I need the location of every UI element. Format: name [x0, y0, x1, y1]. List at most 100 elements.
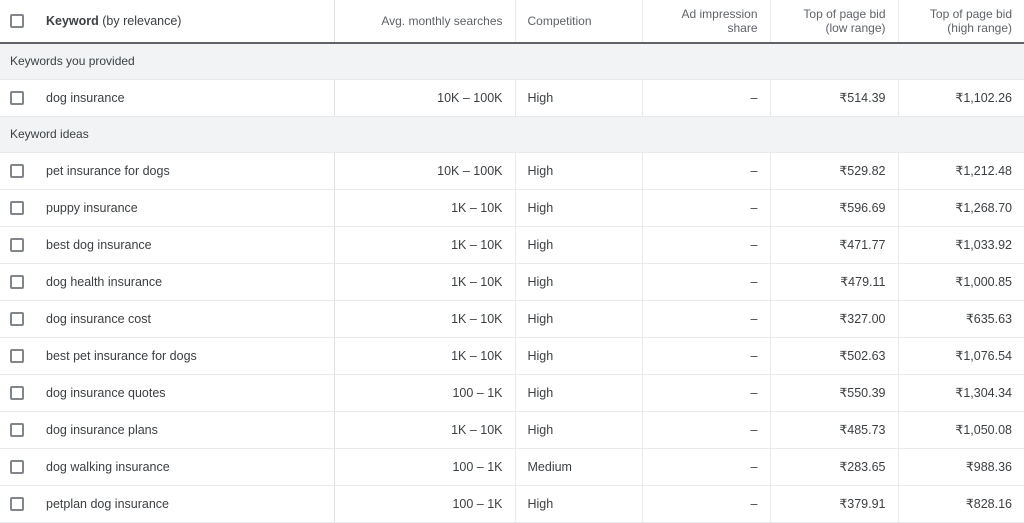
cell-competition: High [515, 337, 643, 375]
header-top-of-page-bid-high[interactable]: Top of page bid (high range) [898, 0, 1024, 43]
row-select-checkbox[interactable] [10, 385, 24, 400]
cell-keyword[interactable]: dog insurance plans [34, 411, 335, 449]
row-select-checkbox[interactable] [10, 459, 24, 474]
cell-keyword[interactable]: dog insurance [34, 79, 335, 117]
row-select-checkbox[interactable] [10, 422, 24, 437]
row-select-cell [0, 411, 34, 449]
cell-top-of-page-bid-high: ₹1,000.85 [898, 263, 1024, 301]
header-top-of-page-bid-low[interactable]: Top of page bid (low range) [770, 0, 899, 43]
cell-top-of-page-bid-high: ₹1,076.54 [898, 337, 1024, 375]
section-header-row: Keyword ideas [0, 116, 1024, 153]
cell-competition: High [515, 189, 643, 227]
cell-top-of-page-bid-low: ₹471.77 [770, 226, 899, 264]
cell-competition: High [515, 79, 643, 117]
row-select-cell [0, 226, 34, 264]
cell-avg-monthly-searches: 1K – 10K [334, 300, 516, 338]
table-row[interactable]: dog health insurance 1K – 10K High – ₹479.11… [0, 263, 1024, 301]
section-title: Keywords you provided [0, 43, 1024, 80]
row-select-checkbox[interactable] [10, 311, 24, 326]
cell-avg-monthly-searches: 10K – 100K [334, 152, 516, 190]
cell-competition: High [515, 226, 643, 264]
cell-avg-monthly-searches: 1K – 10K [334, 226, 516, 264]
header-competition[interactable]: Competition [515, 0, 643, 43]
header-select-all-cell [0, 0, 34, 43]
row-select-checkbox[interactable] [10, 237, 24, 252]
cell-top-of-page-bid-low: ₹514.39 [770, 79, 899, 117]
cell-top-of-page-bid-high: ₹1,033.92 [898, 226, 1024, 264]
cell-competition: Medium [515, 448, 643, 486]
row-select-cell [0, 152, 34, 190]
table-row[interactable]: dog insurance cost 1K – 10K High – ₹327.00 ₹6… [0, 300, 1024, 338]
table-row[interactable]: petplan dog insurance 100 – 1K High – ₹379.9… [0, 485, 1024, 523]
cell-top-of-page-bid-low: ₹283.65 [770, 448, 899, 486]
table-row[interactable]: dog walking insurance 100 – 1K Medium – ₹283… [0, 448, 1024, 486]
cell-top-of-page-bid-high: ₹1,268.70 [898, 189, 1024, 227]
select-all-checkbox[interactable] [10, 14, 24, 29]
table-row[interactable]: best pet insurance for dogs 1K – 10K High –… [0, 337, 1024, 375]
cell-competition: High [515, 374, 643, 412]
section-header-row: Keywords you provided [0, 43, 1024, 80]
cell-top-of-page-bid-high: ₹988.36 [898, 448, 1024, 486]
row-select-checkbox[interactable] [10, 348, 24, 363]
row-select-cell [0, 189, 34, 227]
cell-competition: High [515, 411, 643, 449]
row-select-checkbox[interactable] [10, 200, 24, 215]
header-keyword[interactable]: Keyword (by relevance) [34, 0, 335, 43]
cell-avg-monthly-searches: 1K – 10K [334, 411, 516, 449]
cell-avg-monthly-searches: 1K – 10K [334, 263, 516, 301]
cell-keyword[interactable]: best pet insurance for dogs [34, 337, 335, 375]
header-avg-monthly-searches[interactable]: Avg. monthly searches [334, 0, 516, 43]
cell-ad-impression-share: – [642, 448, 771, 486]
table-row[interactable]: dog insurance 10K – 100K High – ₹514.39 ₹1,10… [0, 79, 1024, 117]
cell-keyword[interactable]: puppy insurance [34, 189, 335, 227]
cell-ad-impression-share: – [642, 152, 771, 190]
table-row[interactable]: dog insurance quotes 100 – 1K High – ₹550.39… [0, 374, 1024, 412]
table-row[interactable]: best dog insurance 1K – 10K High – ₹471.77 ₹1… [0, 226, 1024, 264]
cell-keyword[interactable]: dog health insurance [34, 263, 335, 301]
cell-competition: High [515, 263, 643, 301]
cell-avg-monthly-searches: 1K – 10K [334, 189, 516, 227]
row-select-cell [0, 337, 34, 375]
row-select-checkbox[interactable] [10, 90, 24, 105]
cell-keyword[interactable]: dog insurance quotes [34, 374, 335, 412]
cell-ad-impression-share: – [642, 374, 771, 412]
row-select-cell [0, 448, 34, 486]
cell-top-of-page-bid-high: ₹1,102.26 [898, 79, 1024, 117]
cell-top-of-page-bid-high: ₹828.16 [898, 485, 1024, 523]
table-row[interactable]: pet insurance for dogs 10K – 100K High – ₹52… [0, 152, 1024, 190]
cell-ad-impression-share: – [642, 226, 771, 264]
cell-avg-monthly-searches: 100 – 1K [334, 485, 516, 523]
table-header: Keyword (by relevance) Avg. monthly sear… [0, 0, 1024, 43]
cell-ad-impression-share: – [642, 337, 771, 375]
table-row[interactable]: dog insurance plans 1K – 10K High – ₹485.73 ₹… [0, 411, 1024, 449]
header-ad-impression-share[interactable]: Ad impression share [642, 0, 771, 43]
row-select-cell [0, 485, 34, 523]
cell-keyword[interactable]: dog insurance cost [34, 300, 335, 338]
cell-top-of-page-bid-low: ₹550.39 [770, 374, 899, 412]
cell-keyword[interactable]: dog walking insurance [34, 448, 335, 486]
cell-top-of-page-bid-low: ₹529.82 [770, 152, 899, 190]
cell-competition: High [515, 152, 643, 190]
cell-keyword[interactable]: pet insurance for dogs [34, 152, 335, 190]
cell-avg-monthly-searches: 100 – 1K [334, 448, 516, 486]
cell-top-of-page-bid-low: ₹327.00 [770, 300, 899, 338]
cell-avg-monthly-searches: 100 – 1K [334, 374, 516, 412]
cell-top-of-page-bid-low: ₹596.69 [770, 189, 899, 227]
row-select-cell [0, 374, 34, 412]
cell-top-of-page-bid-low: ₹502.63 [770, 337, 899, 375]
row-select-checkbox[interactable] [10, 163, 24, 178]
cell-ad-impression-share: – [642, 189, 771, 227]
cell-keyword[interactable]: petplan dog insurance [34, 485, 335, 523]
row-select-cell [0, 79, 34, 117]
cell-top-of-page-bid-high: ₹1,212.48 [898, 152, 1024, 190]
cell-top-of-page-bid-low: ₹485.73 [770, 411, 899, 449]
cell-ad-impression-share: – [642, 79, 771, 117]
header-keyword-sublabel: (by relevance) [98, 14, 182, 28]
row-select-checkbox[interactable] [10, 496, 24, 511]
cell-avg-monthly-searches: 1K – 10K [334, 337, 516, 375]
cell-keyword[interactable]: best dog insurance [34, 226, 335, 264]
table-row[interactable]: puppy insurance 1K – 10K High – ₹596.69 ₹1,26… [0, 189, 1024, 227]
cell-top-of-page-bid-high: ₹1,050.08 [898, 411, 1024, 449]
row-select-checkbox[interactable] [10, 274, 24, 289]
cell-ad-impression-share: – [642, 300, 771, 338]
